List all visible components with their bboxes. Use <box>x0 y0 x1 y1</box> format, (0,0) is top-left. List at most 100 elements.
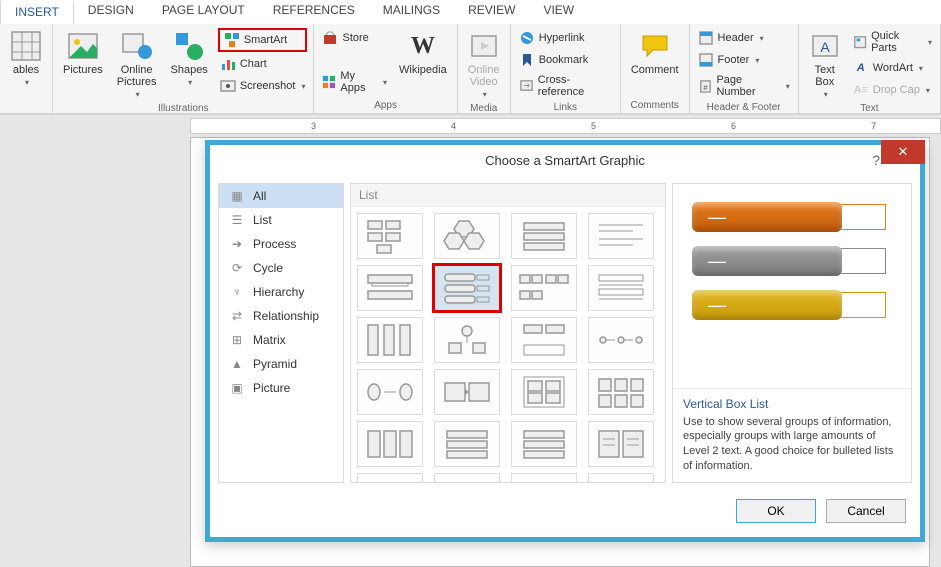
smartart-label: SmartArt <box>244 34 287 46</box>
smartart-thumb[interactable] <box>588 317 654 363</box>
category-cycle[interactable]: ⟳Cycle <box>219 256 343 280</box>
footer-button[interactable]: Footer <box>696 50 792 70</box>
smartart-thumb[interactable] <box>588 369 654 415</box>
tab-pagelayout[interactable]: PAGE LAYOUT <box>148 0 259 24</box>
smartart-thumb[interactable] <box>434 317 500 363</box>
footer-label: Footer <box>718 54 750 66</box>
bookmark-button[interactable]: Bookmark <box>517 50 614 70</box>
comment-button[interactable]: Comment <box>627 28 683 78</box>
smartart-thumb[interactable] <box>357 473 423 482</box>
tab-insert[interactable]: INSERT <box>0 0 74 24</box>
crossref-icon <box>519 78 534 94</box>
screenshot-button[interactable]: Screenshot <box>218 76 308 96</box>
category-process[interactable]: ➔Process <box>219 232 343 256</box>
comment-icon <box>639 30 671 62</box>
video-icon <box>468 30 500 62</box>
pictures-button[interactable]: Pictures <box>59 28 107 78</box>
hyperlink-button[interactable]: Hyperlink <box>517 28 614 48</box>
smartart-thumb[interactable] <box>357 369 423 415</box>
wikipedia-button[interactable]: W Wikipedia <box>395 28 451 78</box>
ruler-mark: 6 <box>731 121 736 131</box>
group-links: Hyperlink Bookmark Cross-reference Links <box>511 24 621 113</box>
group-apps: Store My Apps W Wikipedia Apps <box>314 24 457 113</box>
wikipedia-label: Wikipedia <box>399 64 447 76</box>
dropcap-button[interactable]: A≡ Drop Cap <box>851 80 934 100</box>
close-button[interactable]: ✕ <box>881 140 925 164</box>
wordart-label: WordArt <box>873 62 913 74</box>
matrix-icon: ⊞ <box>229 333 245 347</box>
ok-button[interactable]: OK <box>736 499 816 523</box>
table-label: ables <box>13 64 39 76</box>
textbox-button[interactable]: A Text Box <box>805 28 845 101</box>
preview-pane: — — — Vertical Box List Use to show seve… <box>672 183 912 483</box>
ribbon-panel: ables Pictures Online Pictures Shapes <box>0 24 941 114</box>
smartart-thumb[interactable] <box>434 213 500 259</box>
smartart-button[interactable]: SmartArt <box>218 28 308 52</box>
smartart-thumb[interactable] <box>434 421 500 467</box>
smartart-thumb[interactable] <box>588 421 654 467</box>
crossref-button[interactable]: Cross-reference <box>517 72 614 100</box>
group-illustrations-label: Illustrations <box>59 103 307 114</box>
comment-label: Comment <box>631 64 679 76</box>
tab-review[interactable]: REVIEW <box>454 0 529 24</box>
preview-row: — <box>692 202 892 232</box>
smartart-thumb[interactable] <box>511 369 577 415</box>
category-pyramid[interactable]: ▲Pyramid <box>219 352 343 376</box>
online-pictures-button[interactable]: Online Pictures <box>113 28 161 101</box>
dropcap-icon: A≡ <box>853 82 869 98</box>
smartart-thumb[interactable] <box>357 213 423 259</box>
smartart-thumb[interactable] <box>357 421 423 467</box>
smartart-thumb[interactable] <box>511 265 577 311</box>
pagenum-label: Page Number <box>716 74 779 98</box>
smartart-thumb[interactable] <box>511 317 577 363</box>
category-relationship[interactable]: ⇄Relationship <box>219 304 343 328</box>
quickparts-button[interactable]: Quick Parts <box>851 28 934 56</box>
table-icon <box>10 30 42 62</box>
wordart-button[interactable]: A WordArt <box>851 58 934 78</box>
tab-view[interactable]: VIEW <box>529 0 588 24</box>
dropcap-label: Drop Cap <box>873 84 920 96</box>
tab-references[interactable]: REFERENCES <box>259 0 369 24</box>
category-picture[interactable]: ▣Picture <box>219 376 343 400</box>
online-video-button[interactable]: Online Video <box>464 28 504 101</box>
help-button[interactable]: ? <box>872 152 880 168</box>
smartart-thumb[interactable] <box>434 369 500 415</box>
table-button[interactable]: ables <box>6 28 46 89</box>
preview-desc: Use to show several groups of informatio… <box>683 415 901 474</box>
smartart-thumb[interactable] <box>588 213 654 259</box>
myapps-button[interactable]: My Apps <box>320 68 389 96</box>
shapes-button[interactable]: Shapes <box>167 28 212 89</box>
pagenum-button[interactable]: # Page Number <box>696 72 792 100</box>
quickparts-icon <box>853 34 867 50</box>
smartart-thumb[interactable] <box>588 265 654 311</box>
quickparts-label: Quick Parts <box>871 30 922 54</box>
preview-pill-yellow: — <box>692 290 842 320</box>
category-list-item[interactable]: ☰List <box>219 208 343 232</box>
smartart-thumb[interactable] <box>357 265 423 311</box>
chart-button[interactable]: Chart <box>218 54 308 74</box>
tab-mailings[interactable]: MAILINGS <box>369 0 454 24</box>
screenshot-icon <box>220 78 236 94</box>
smartart-thumb-selected[interactable] <box>434 265 500 311</box>
smartart-thumb[interactable] <box>511 473 577 482</box>
category-all[interactable]: ▦All <box>219 184 343 208</box>
smartart-thumb[interactable] <box>511 421 577 467</box>
tab-design[interactable]: DESIGN <box>74 0 148 24</box>
category-matrix[interactable]: ⊞ Matrix <box>219 328 343 352</box>
ruler-mark: 5 <box>591 121 596 131</box>
smartart-thumb[interactable] <box>357 317 423 363</box>
smartart-thumb[interactable] <box>511 213 577 259</box>
category-hierarchy[interactable]: ♆Hierarchy <box>219 280 343 304</box>
category-label: Matrix <box>253 333 286 347</box>
preview-pill-orange: — <box>692 202 842 232</box>
store-button[interactable]: Store <box>320 28 389 48</box>
gallery-grid[interactable] <box>351 207 665 482</box>
group-media: Online Video Media <box>458 24 511 113</box>
smartart-thumb[interactable] <box>588 473 654 482</box>
dialog-title: Choose a SmartArt Graphic <box>485 153 645 168</box>
shapes-label: Shapes <box>171 64 208 76</box>
header-button[interactable]: Header <box>696 28 792 48</box>
cancel-button[interactable]: Cancel <box>826 499 906 523</box>
horizontal-ruler[interactable]: 3 4 5 6 7 <box>190 118 941 134</box>
smartart-thumb[interactable] <box>434 473 500 482</box>
